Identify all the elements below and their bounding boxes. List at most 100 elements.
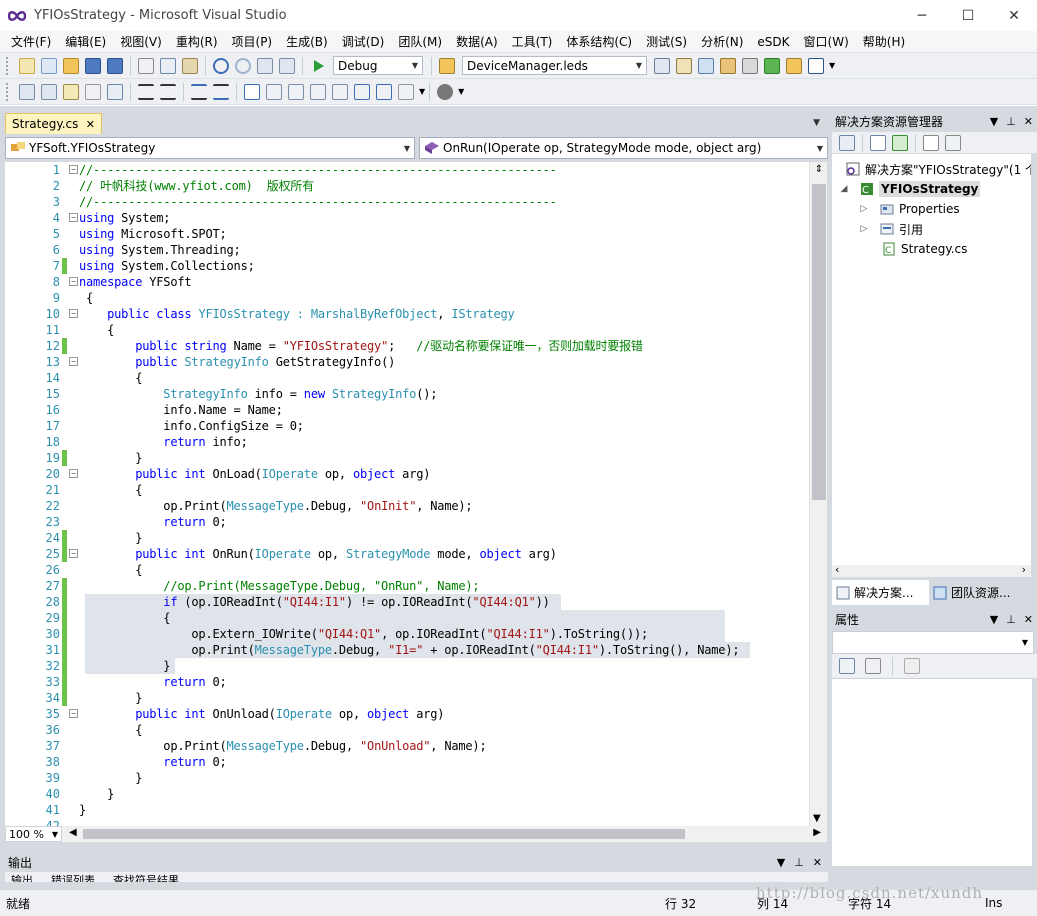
tree-item-properties[interactable]: ▷ Properties <box>858 199 960 219</box>
quick-info-icon[interactable] <box>63 83 79 100</box>
code-line[interactable]: 41} <box>5 802 810 818</box>
save-all-icon[interactable] <box>107 57 123 74</box>
menu-project[interactable]: 项目(P) <box>225 33 280 50</box>
code-line[interactable]: 15 StrategyInfo info = new StrategyInfo(… <box>5 386 810 402</box>
solution-explorer-hscroll[interactable]: ‹ › <box>832 563 1031 577</box>
maximize-button[interactable]: ☐ <box>945 0 991 31</box>
zoom-select[interactable]: 100 % ▼ <box>5 826 62 842</box>
alphabetical-icon[interactable] <box>865 658 881 674</box>
code-line[interactable]: 17 info.ConfigSize = 0; <box>5 418 810 434</box>
tree-item-project[interactable]: ◢ C YFIOsStrategy <box>838 179 981 199</box>
tree-item-strategy-cs[interactable]: C Strategy.cs <box>870 239 967 259</box>
scroll-left-icon[interactable]: ◀ <box>69 827 77 838</box>
code-line[interactable]: 16 info.Name = Name; <box>5 402 810 418</box>
code-line[interactable]: 11 { <box>5 322 810 338</box>
code-line[interactable]: 2 // 叶帆科技(www.yfiot.com) 版权所有 <box>5 178 810 194</box>
menu-data[interactable]: 数据(A) <box>449 33 505 50</box>
next-bookmark-icon[interactable] <box>288 83 304 100</box>
menu-build[interactable]: 生成(B) <box>279 33 335 50</box>
extension-manager-icon[interactable] <box>786 57 802 74</box>
menu-architecture[interactable]: 体系结构(C) <box>559 33 639 50</box>
paste-icon[interactable] <box>182 57 198 74</box>
code-line[interactable]: 5 using Microsoft.SPOT; <box>5 226 810 242</box>
code-line[interactable]: 26 { <box>5 562 810 578</box>
pin-icon[interactable]: ⊥ <box>1006 613 1016 626</box>
code-line[interactable]: 9 { <box>5 290 810 306</box>
scroll-right-icon[interactable]: › <box>1022 563 1026 576</box>
scroll-left-icon[interactable]: ‹ <box>835 563 839 576</box>
close-icon[interactable]: ✕ <box>1024 115 1033 128</box>
menu-esdk[interactable]: eSDK <box>750 35 796 49</box>
tools-icon[interactable] <box>742 57 758 74</box>
menu-edit[interactable]: 编辑(E) <box>58 33 113 50</box>
categorized-icon[interactable] <box>839 658 855 674</box>
code-line[interactable]: 8− namespace YFSoft <box>5 274 810 290</box>
solution-explorer-icon[interactable] <box>654 57 670 74</box>
previous-bookmark-icon[interactable] <box>266 83 282 100</box>
scroll-down-icon[interactable]: ▼ <box>813 813 821 824</box>
code-line[interactable]: 7 using System.Collections; <box>5 258 810 274</box>
decrease-indent-icon[interactable] <box>138 83 154 100</box>
view-class-diagram-icon[interactable] <box>945 134 961 151</box>
menu-file[interactable]: 文件(F) <box>4 33 58 50</box>
view-code-icon[interactable] <box>923 134 939 151</box>
close-icon[interactable]: ✕ <box>813 856 822 869</box>
code-line[interactable]: 38 return 0; <box>5 754 810 770</box>
word-completion-icon[interactable] <box>85 83 101 100</box>
next-bookmark-in-folder-icon[interactable] <box>332 83 348 100</box>
collapse-icon[interactable]: ◢ <box>838 184 850 194</box>
properties-icon[interactable] <box>839 134 855 151</box>
code-line[interactable]: 19 } <box>5 450 810 466</box>
minimize-button[interactable]: ─ <box>899 0 945 31</box>
code-line[interactable]: 36 { <box>5 722 810 738</box>
expand-icon[interactable]: ▷ <box>858 204 870 214</box>
toolbar-overflow-icon[interactable]: ▼ <box>458 87 464 96</box>
active-files-dropdown-icon[interactable]: ▼ <box>813 118 820 128</box>
menu-test[interactable]: 测试(S) <box>639 33 694 50</box>
code-editor[interactable]: 1−//------------------------------------… <box>5 162 827 826</box>
scroll-right-icon[interactable]: ▶ <box>813 827 821 838</box>
menu-refactor[interactable]: 重构(R) <box>169 33 225 50</box>
uncomment-lines-icon[interactable] <box>213 83 229 100</box>
code-line[interactable]: 39 } <box>5 770 810 786</box>
pin-icon[interactable]: ⊥ <box>1006 115 1016 128</box>
add-item-icon[interactable] <box>41 57 57 74</box>
tab-team-explorer[interactable]: 团队资源... <box>929 580 1034 605</box>
huawei-esdk-icon[interactable] <box>437 83 454 100</box>
property-pages-icon[interactable] <box>904 658 920 674</box>
tab-error-list[interactable]: 错误列表 <box>51 872 95 882</box>
code-line[interactable]: 10− public class YFIOsStrategy : Marshal… <box>5 306 810 322</box>
menu-team[interactable]: 团队(M) <box>391 33 449 50</box>
code-line[interactable]: 27 //op.Print(MessageType.Debug, "OnRun"… <box>5 578 810 594</box>
close-icon[interactable]: ✕ <box>1024 613 1033 626</box>
close-tab-icon[interactable]: ✕ <box>86 118 95 131</box>
code-line[interactable]: 3 //-------------------------------------… <box>5 194 810 210</box>
toolbar-overflow-icon[interactable]: ▼ <box>829 61 835 70</box>
find-in-files-icon[interactable] <box>439 57 455 74</box>
code-line[interactable]: 13− public StrategyInfo GetStrategyInfo(… <box>5 354 810 370</box>
code-line[interactable]: 30 op.Extern_IOWrite("QI44:Q1", op.IORea… <box>5 626 810 642</box>
tree-item-solution[interactable]: 解决方案"YFIOsStrategy"(1 个 <box>834 159 1031 179</box>
next-bookmark-in-document-icon[interactable] <box>376 83 392 100</box>
code-line[interactable]: 32 } <box>5 658 810 674</box>
code-line[interactable]: 6 using System.Threading; <box>5 242 810 258</box>
code-line[interactable]: 22 op.Print(MessageType.Debug, "OnInit",… <box>5 498 810 514</box>
member-selector[interactable]: OnRun(IOperate op, StrategyMode mode, ob… <box>419 137 828 159</box>
code-line[interactable]: 12 public string Name = "YFIOsStrategy";… <box>5 338 810 354</box>
toolbar-grip[interactable] <box>6 56 10 75</box>
menu-help[interactable]: 帮助(H) <box>856 33 912 50</box>
increase-indent-icon[interactable] <box>160 83 176 100</box>
previous-bookmark-in-folder-icon[interactable] <box>310 83 326 100</box>
redo-icon[interactable] <box>235 57 251 74</box>
find-combo[interactable]: DeviceManager.leds ▼ <box>462 56 647 75</box>
show-all-files-icon[interactable] <box>870 134 886 151</box>
deploy-icon[interactable] <box>764 57 780 74</box>
properties-object-select[interactable]: ▼ <box>832 631 1034 654</box>
code-line[interactable]: 14 { <box>5 370 810 386</box>
code-line[interactable]: 18 return info; <box>5 434 810 450</box>
code-line[interactable]: 20− public int OnLoad(IOperate op, objec… <box>5 466 810 482</box>
navigate-backward-icon[interactable] <box>257 57 273 74</box>
solution-configuration-select[interactable]: Debug ▼ <box>333 56 423 75</box>
pin-icon[interactable]: ⊥ <box>794 856 804 869</box>
collapse-region-icon[interactable]: − <box>69 357 78 366</box>
